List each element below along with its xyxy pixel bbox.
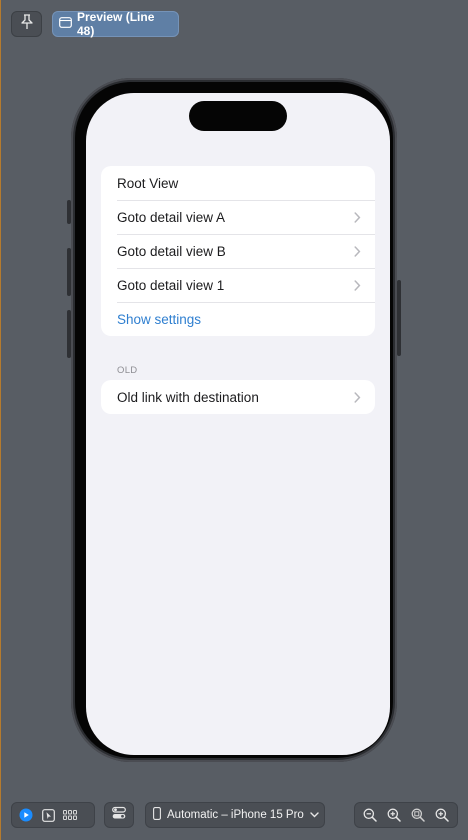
- phone-screen: Root View Goto detail view A Goto detail…: [86, 93, 390, 755]
- zoom-controls: [354, 802, 458, 828]
- pin-icon: [20, 13, 34, 35]
- chevron-right-icon: [354, 245, 361, 260]
- device-settings-icon: [112, 806, 126, 825]
- window-edge: [0, 0, 1, 840]
- phone-icon: [153, 807, 161, 823]
- list-item-old-link[interactable]: Old link with destination: [101, 380, 375, 414]
- list-group-main: Root View Goto detail view A Goto detail…: [101, 166, 375, 336]
- zoom-to-fit-icon[interactable]: [406, 804, 430, 826]
- zoom-100-icon[interactable]: [430, 804, 454, 826]
- list-group-old: Old link with destination: [101, 380, 375, 414]
- power-button: [397, 280, 401, 356]
- list-item-label: Goto detail view 1: [117, 277, 225, 293]
- show-settings-label: Show settings: [117, 311, 202, 327]
- device-label: Automatic – iPhone 15 Pro: [167, 809, 304, 821]
- pin-button[interactable]: [11, 11, 42, 37]
- live-preview-icon[interactable]: [15, 804, 37, 826]
- chevron-right-icon: [354, 279, 361, 294]
- phone-bezel: Root View Goto detail view A Goto detail…: [75, 82, 393, 758]
- list-item-label: Goto detail view A: [117, 209, 226, 225]
- section-header-old: OLD: [117, 365, 138, 376]
- zoom-in-icon[interactable]: [382, 804, 406, 826]
- list-item-root-view: Root View: [101, 166, 375, 200]
- list-item-label: Root View: [117, 175, 179, 191]
- selectable-icon[interactable]: [37, 804, 59, 826]
- list-item-label: Old link with destination: [117, 389, 259, 405]
- device-settings-button[interactable]: [104, 802, 134, 828]
- chevron-right-icon: [354, 391, 361, 406]
- preview-button[interactable]: Preview (Line 48): [52, 10, 179, 38]
- list-item-detail-a[interactable]: Goto detail view A: [101, 200, 375, 234]
- list-item-label: Goto detail view B: [117, 243, 226, 259]
- device-picker[interactable]: Automatic – iPhone 15 Pro: [145, 802, 325, 828]
- window-icon: [59, 17, 72, 31]
- chevron-down-icon: [310, 809, 319, 821]
- zoom-out-icon[interactable]: [358, 804, 382, 826]
- preview-label: Preview (Line 48): [77, 10, 155, 38]
- preview-mode-group: [11, 802, 95, 828]
- chevron-right-icon: [354, 211, 361, 226]
- variants-grid-icon[interactable]: [59, 804, 81, 826]
- list-item-detail-1[interactable]: Goto detail view 1: [101, 268, 375, 302]
- dynamic-island: [189, 101, 287, 131]
- list-item-detail-b[interactable]: Goto detail view B: [101, 234, 375, 268]
- iphone-frame: Root View Goto detail view A Goto detail…: [71, 78, 397, 762]
- show-settings-button[interactable]: Show settings: [101, 302, 375, 336]
